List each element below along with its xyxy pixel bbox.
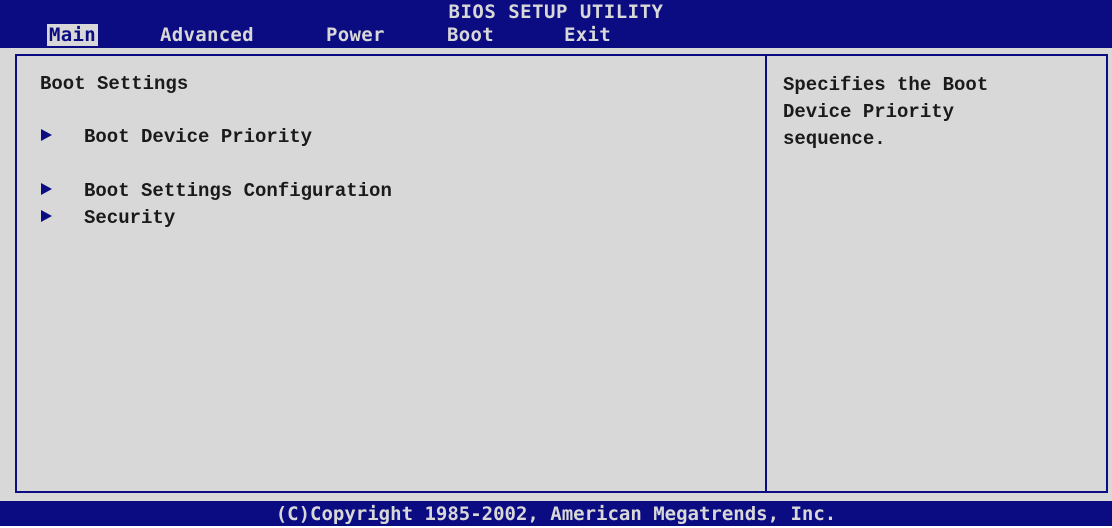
bios-title: BIOS SETUP UTILITY xyxy=(448,1,664,23)
bios-screen: BIOS SETUP UTILITY Main Advanced Power B… xyxy=(0,0,1112,526)
help-pane: Specifies the Boot Device Priority seque… xyxy=(767,56,1106,491)
submenu-boot-device-priority[interactable]: Boot Device Priority xyxy=(41,125,312,149)
content-frame: Boot Settings Boot Device Priority Boot … xyxy=(15,54,1108,493)
submenu-boot-settings-configuration[interactable]: Boot Settings Configuration xyxy=(41,179,392,203)
help-line: Specifies the Boot xyxy=(783,74,989,96)
help-text: Specifies the Boot Device Priority seque… xyxy=(783,72,1093,153)
bottom-bar: (C)Copyright 1985-2002, American Megatre… xyxy=(0,501,1112,526)
triangle-right-icon xyxy=(41,183,52,196)
settings-pane: Boot Settings Boot Device Priority Boot … xyxy=(17,56,765,491)
menu-item-boot[interactable]: Boot xyxy=(447,24,494,46)
section-title: Boot Settings xyxy=(40,73,189,95)
menu-item-exit[interactable]: Exit xyxy=(564,24,611,46)
copyright-text: (C)Copyright 1985-2002, American Megatre… xyxy=(275,503,837,525)
help-line: sequence. xyxy=(783,128,886,150)
submenu-label: Boot Settings Configuration xyxy=(84,180,392,202)
menu-bar: Main Advanced Power Boot Exit xyxy=(0,22,1112,48)
triangle-right-icon xyxy=(41,129,52,142)
menu-item-main[interactable]: Main xyxy=(47,24,98,46)
top-bar: BIOS SETUP UTILITY Main Advanced Power B… xyxy=(0,0,1112,48)
submenu-label: Security xyxy=(84,207,176,229)
menu-item-power[interactable]: Power xyxy=(326,24,385,46)
help-line: Device Priority xyxy=(783,101,955,123)
triangle-right-icon xyxy=(41,210,52,223)
menu-item-advanced[interactable]: Advanced xyxy=(160,24,254,46)
submenu-label: Boot Device Priority xyxy=(84,126,313,148)
submenu-security[interactable]: Security xyxy=(41,206,175,230)
